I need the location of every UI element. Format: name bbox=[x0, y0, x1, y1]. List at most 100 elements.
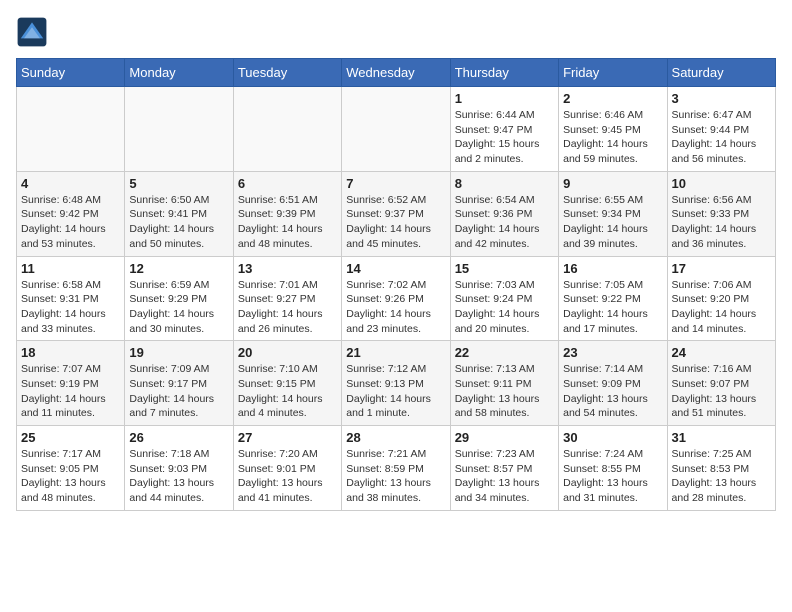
calendar-cell: 29 Sunrise: 7:23 AM Sunset: 8:57 PM Dayli… bbox=[450, 426, 558, 511]
day-info: Sunrise: 6:59 AM Sunset: 9:29 PM Dayligh… bbox=[129, 278, 228, 337]
day-info: Sunrise: 7:20 AM Sunset: 9:01 PM Dayligh… bbox=[238, 447, 337, 506]
calendar-cell: 4 Sunrise: 6:48 AM Sunset: 9:42 PM Daylig… bbox=[17, 171, 125, 256]
day-number: 29 bbox=[455, 430, 554, 445]
calendar-week-3: 11 Sunrise: 6:58 AM Sunset: 9:31 PM Dayli… bbox=[17, 256, 776, 341]
calendar-cell: 26 Sunrise: 7:18 AM Sunset: 9:03 PM Dayli… bbox=[125, 426, 233, 511]
calendar-cell: 9 Sunrise: 6:55 AM Sunset: 9:34 PM Daylig… bbox=[559, 171, 667, 256]
header-friday: Friday bbox=[559, 59, 667, 87]
day-info: Sunrise: 7:12 AM Sunset: 9:13 PM Dayligh… bbox=[346, 362, 445, 421]
day-number: 8 bbox=[455, 176, 554, 191]
day-number: 22 bbox=[455, 345, 554, 360]
day-info: Sunrise: 6:58 AM Sunset: 9:31 PM Dayligh… bbox=[21, 278, 120, 337]
calendar-cell: 16 Sunrise: 7:05 AM Sunset: 9:22 PM Dayli… bbox=[559, 256, 667, 341]
calendar-cell: 21 Sunrise: 7:12 AM Sunset: 9:13 PM Dayli… bbox=[342, 341, 450, 426]
day-info: Sunrise: 7:21 AM Sunset: 8:59 PM Dayligh… bbox=[346, 447, 445, 506]
day-info: Sunrise: 6:48 AM Sunset: 9:42 PM Dayligh… bbox=[21, 193, 120, 252]
day-info: Sunrise: 6:47 AM Sunset: 9:44 PM Dayligh… bbox=[672, 108, 771, 167]
day-number: 2 bbox=[563, 91, 662, 106]
day-info: Sunrise: 7:18 AM Sunset: 9:03 PM Dayligh… bbox=[129, 447, 228, 506]
calendar-cell: 7 Sunrise: 6:52 AM Sunset: 9:37 PM Daylig… bbox=[342, 171, 450, 256]
day-number: 7 bbox=[346, 176, 445, 191]
calendar-cell: 20 Sunrise: 7:10 AM Sunset: 9:15 PM Dayli… bbox=[233, 341, 341, 426]
day-info: Sunrise: 7:03 AM Sunset: 9:24 PM Dayligh… bbox=[455, 278, 554, 337]
calendar-cell: 27 Sunrise: 7:20 AM Sunset: 9:01 PM Dayli… bbox=[233, 426, 341, 511]
calendar-table: SundayMondayTuesdayWednesdayThursdayFrid… bbox=[16, 58, 776, 511]
header-sunday: Sunday bbox=[17, 59, 125, 87]
day-number: 26 bbox=[129, 430, 228, 445]
day-info: Sunrise: 7:02 AM Sunset: 9:26 PM Dayligh… bbox=[346, 278, 445, 337]
day-number: 27 bbox=[238, 430, 337, 445]
calendar-cell: 15Sunrise: 7:03 AM Sunset: 9:24 PM Dayli… bbox=[450, 256, 558, 341]
calendar-cell: 30Sunrise: 7:24 AM Sunset: 8:55 PM Dayli… bbox=[559, 426, 667, 511]
calendar-week-2: 4 Sunrise: 6:48 AM Sunset: 9:42 PM Daylig… bbox=[17, 171, 776, 256]
header-saturday: Saturday bbox=[667, 59, 775, 87]
day-number: 20 bbox=[238, 345, 337, 360]
day-number: 9 bbox=[563, 176, 662, 191]
day-number: 25 bbox=[21, 430, 120, 445]
day-info: Sunrise: 7:06 AM Sunset: 9:20 PM Dayligh… bbox=[672, 278, 771, 337]
calendar-cell bbox=[125, 87, 233, 172]
day-info: Sunrise: 6:52 AM Sunset: 9:37 PM Dayligh… bbox=[346, 193, 445, 252]
calendar-header-row: SundayMondayTuesdayWednesdayThursdayFrid… bbox=[17, 59, 776, 87]
calendar-cell: 23Sunrise: 7:14 AM Sunset: 9:09 PM Dayli… bbox=[559, 341, 667, 426]
calendar-cell: 14 Sunrise: 7:02 AM Sunset: 9:26 PM Dayli… bbox=[342, 256, 450, 341]
calendar-cell: 3Sunrise: 6:47 AM Sunset: 9:44 PM Daylig… bbox=[667, 87, 775, 172]
calendar-cell: 19 Sunrise: 7:09 AM Sunset: 9:17 PM Dayli… bbox=[125, 341, 233, 426]
calendar-cell: 11 Sunrise: 6:58 AM Sunset: 9:31 PM Dayli… bbox=[17, 256, 125, 341]
day-info: Sunrise: 7:17 AM Sunset: 9:05 PM Dayligh… bbox=[21, 447, 120, 506]
header-monday: Monday bbox=[125, 59, 233, 87]
day-info: Sunrise: 7:23 AM Sunset: 8:57 PM Dayligh… bbox=[455, 447, 554, 506]
day-info: Sunrise: 6:46 AM Sunset: 9:45 PM Dayligh… bbox=[563, 108, 662, 167]
day-number: 1 bbox=[455, 91, 554, 106]
calendar-cell: 22 Sunrise: 7:13 AM Sunset: 9:11 PM Dayli… bbox=[450, 341, 558, 426]
page-header bbox=[16, 16, 776, 48]
day-number: 17 bbox=[672, 261, 771, 276]
calendar-cell: 2 Sunrise: 6:46 AM Sunset: 9:45 PM Daylig… bbox=[559, 87, 667, 172]
calendar-cell: 17 Sunrise: 7:06 AM Sunset: 9:20 PM Dayli… bbox=[667, 256, 775, 341]
header-wednesday: Wednesday bbox=[342, 59, 450, 87]
header-tuesday: Tuesday bbox=[233, 59, 341, 87]
day-info: Sunrise: 6:50 AM Sunset: 9:41 PM Dayligh… bbox=[129, 193, 228, 252]
logo-icon bbox=[16, 16, 48, 48]
day-number: 13 bbox=[238, 261, 337, 276]
day-number: 28 bbox=[346, 430, 445, 445]
day-info: Sunrise: 6:55 AM Sunset: 9:34 PM Dayligh… bbox=[563, 193, 662, 252]
logo bbox=[16, 16, 52, 48]
calendar-cell: 6 Sunrise: 6:51 AM Sunset: 9:39 PM Daylig… bbox=[233, 171, 341, 256]
day-info: Sunrise: 6:54 AM Sunset: 9:36 PM Dayligh… bbox=[455, 193, 554, 252]
day-info: Sunrise: 7:07 AM Sunset: 9:19 PM Dayligh… bbox=[21, 362, 120, 421]
day-info: Sunrise: 6:51 AM Sunset: 9:39 PM Dayligh… bbox=[238, 193, 337, 252]
day-number: 24 bbox=[672, 345, 771, 360]
day-number: 16 bbox=[563, 261, 662, 276]
day-number: 6 bbox=[238, 176, 337, 191]
day-info: Sunrise: 6:56 AM Sunset: 9:33 PM Dayligh… bbox=[672, 193, 771, 252]
day-info: Sunrise: 7:14 AM Sunset: 9:09 PM Dayligh… bbox=[563, 362, 662, 421]
calendar-cell: 10 Sunrise: 6:56 AM Sunset: 9:33 PM Dayli… bbox=[667, 171, 775, 256]
calendar-cell: 5 Sunrise: 6:50 AM Sunset: 9:41 PM Daylig… bbox=[125, 171, 233, 256]
calendar-cell: 1Sunrise: 6:44 AM Sunset: 9:47 PM Daylig… bbox=[450, 87, 558, 172]
day-number: 14 bbox=[346, 261, 445, 276]
calendar-cell bbox=[233, 87, 341, 172]
calendar-cell: 18Sunrise: 7:07 AM Sunset: 9:19 PM Dayli… bbox=[17, 341, 125, 426]
day-number: 30 bbox=[563, 430, 662, 445]
calendar-week-1: 1Sunrise: 6:44 AM Sunset: 9:47 PM Daylig… bbox=[17, 87, 776, 172]
day-info: Sunrise: 7:25 AM Sunset: 8:53 PM Dayligh… bbox=[672, 447, 771, 506]
day-info: Sunrise: 7:09 AM Sunset: 9:17 PM Dayligh… bbox=[129, 362, 228, 421]
day-number: 19 bbox=[129, 345, 228, 360]
day-number: 11 bbox=[21, 261, 120, 276]
day-info: Sunrise: 7:13 AM Sunset: 9:11 PM Dayligh… bbox=[455, 362, 554, 421]
calendar-cell: 8 Sunrise: 6:54 AM Sunset: 9:36 PM Daylig… bbox=[450, 171, 558, 256]
calendar-cell bbox=[17, 87, 125, 172]
day-info: Sunrise: 7:05 AM Sunset: 9:22 PM Dayligh… bbox=[563, 278, 662, 337]
day-number: 12 bbox=[129, 261, 228, 276]
calendar-cell: 31 Sunrise: 7:25 AM Sunset: 8:53 PM Dayli… bbox=[667, 426, 775, 511]
day-number: 4 bbox=[21, 176, 120, 191]
day-number: 10 bbox=[672, 176, 771, 191]
calendar-cell: 12 Sunrise: 6:59 AM Sunset: 9:29 PM Dayli… bbox=[125, 256, 233, 341]
day-number: 5 bbox=[129, 176, 228, 191]
calendar-cell: 28 Sunrise: 7:21 AM Sunset: 8:59 PM Dayli… bbox=[342, 426, 450, 511]
day-number: 31 bbox=[672, 430, 771, 445]
day-info: Sunrise: 7:10 AM Sunset: 9:15 PM Dayligh… bbox=[238, 362, 337, 421]
day-number: 21 bbox=[346, 345, 445, 360]
calendar-cell bbox=[342, 87, 450, 172]
